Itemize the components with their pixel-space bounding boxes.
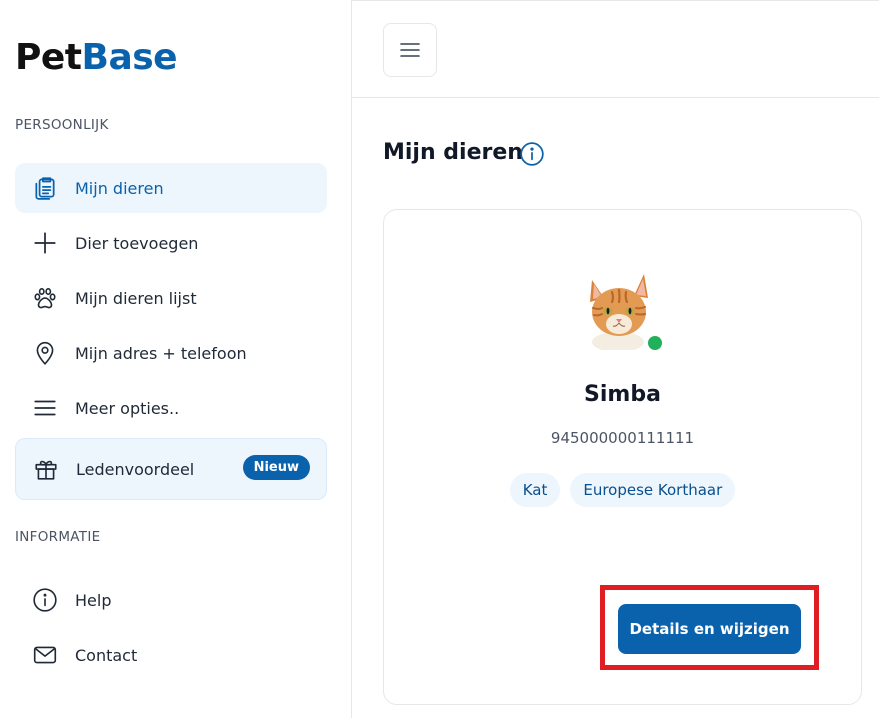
gift-icon [32,455,60,483]
species-tag: Kat [509,473,561,507]
pet-avatar [582,268,654,352]
hamburger-icon [398,38,422,62]
new-badge: Nieuw [242,455,310,480]
sidebar: PetBase PERSOONLIJK Mijn dieren Dier toe… [0,0,352,718]
clipboard-icon [31,174,59,202]
info-circle-icon[interactable] [519,141,545,167]
breed-tag: Europese Korthaar [570,473,736,507]
sidebar-item-mijn-dieren[interactable]: Mijn dieren [15,163,327,213]
sidebar-item-label: Dier toevoegen [75,233,199,253]
pet-chip-number: 945000000111111 [550,429,695,447]
petbase-logo[interactable]: PetBase [15,38,178,78]
hamburger-menu-button[interactable] [383,23,437,77]
section-label-personal: PERSOONLIJK [15,117,109,133]
menu-lines-icon [31,394,59,422]
sidebar-item-label: Mijn adres + telefoon [75,343,247,363]
sidebar-item-label: Ledenvoordeel [76,459,195,479]
section-label-info: INFORMATIE [15,529,101,545]
plus-icon [31,229,59,257]
sidebar-item-mijn-dieren-lijst[interactable]: Mijn dieren lijst [15,273,327,323]
sidebar-item-help[interactable]: Help [15,575,327,625]
info-circle-icon [31,586,59,614]
sidebar-item-label: Meer opties.. [75,398,180,418]
sidebar-item-contact[interactable]: Contact [15,630,327,680]
pet-tags: Kat Europese Korthaar [384,473,861,507]
paw-icon [31,284,59,312]
sidebar-item-label: Mijn dieren lijst [75,288,197,308]
mail-icon [31,641,59,669]
sidebar-item-label: Help [75,590,112,610]
sidebar-item-meer-opties[interactable]: Meer opties.. [15,383,327,433]
sidebar-item-mijn-adres[interactable]: Mijn adres + telefoon [15,328,327,378]
sidebar-item-label: Contact [75,645,138,665]
sidebar-item-dier-toevoegen[interactable]: Dier toevoegen [15,218,327,268]
online-status-dot [646,334,664,352]
location-pin-icon [31,339,59,367]
sidebar-item-ledenvoordeel[interactable]: Ledenvoordeel Nieuw [15,438,327,500]
details-edit-button[interactable]: Details en wijzigen [618,604,801,654]
sidebar-item-label: Mijn dieren [75,178,164,198]
page-title: Mijn dieren [383,140,523,165]
pet-name: Simba [584,382,661,407]
top-bar [352,0,879,98]
